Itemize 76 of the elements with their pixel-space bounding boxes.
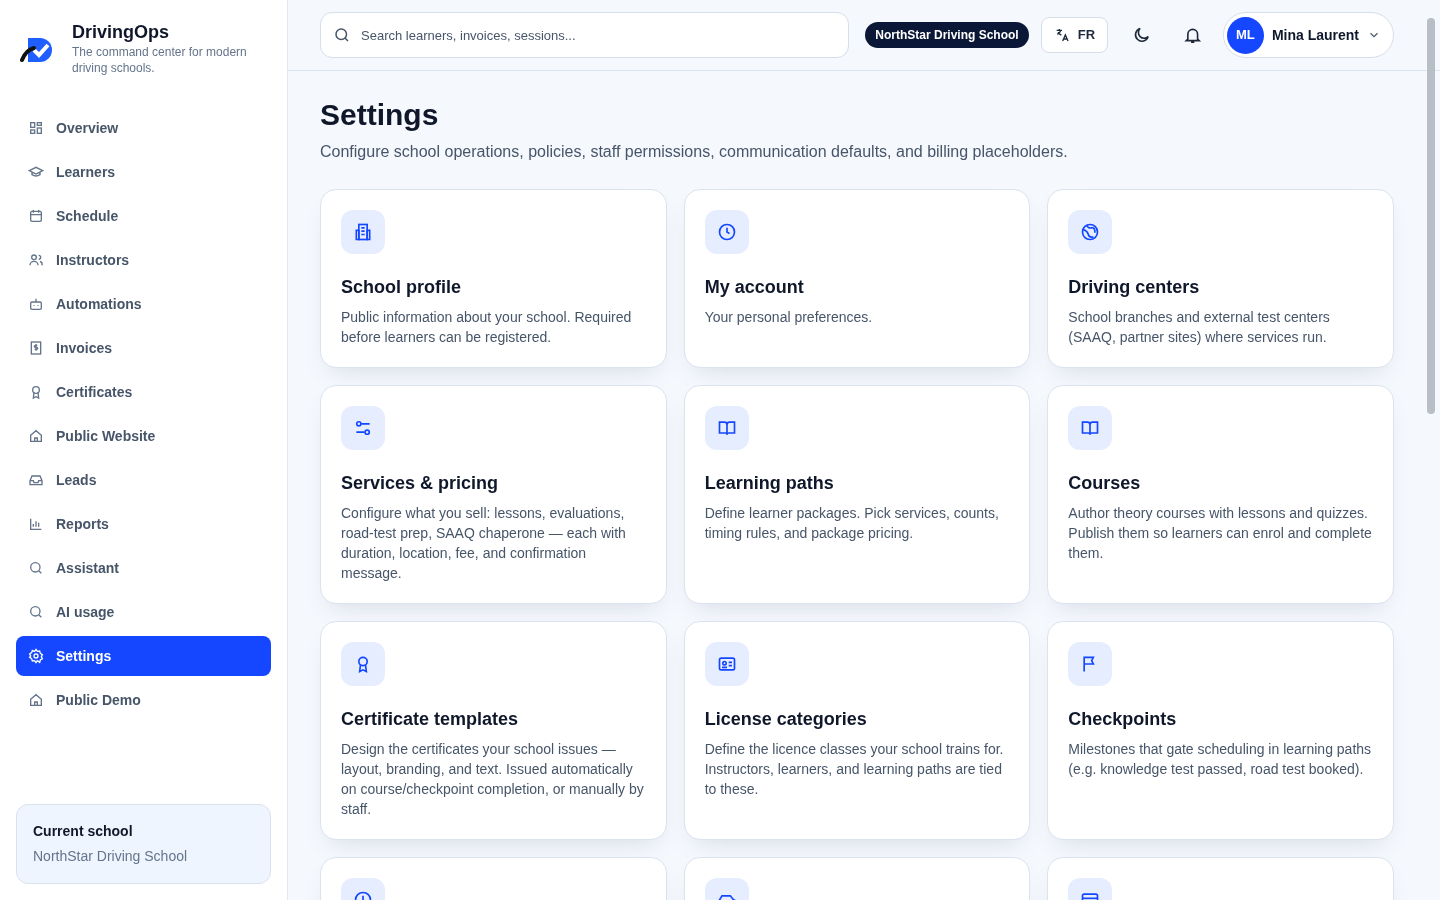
- page-subtitle: Configure school operations, policies, staff permissions, communication defaults, and billing placeholders.: [320, 142, 1069, 162]
- settings-card[interactable]: Checkpoints Milestones that gate scheduling in learning paths (e.g. knowledge test passed, road test booked).: [1047, 621, 1394, 840]
- sidebar-item[interactable]: Instructors: [16, 240, 271, 280]
- inbox-icon: [28, 472, 44, 488]
- card-title: Learning paths: [704, 472, 835, 495]
- sidebar-item[interactable]: Leads: [16, 460, 271, 500]
- settings-card[interactable]: Driving centers School branches and external test centers (SAAQ, partner sites) where services run.: [1047, 189, 1394, 368]
- home-icon: [28, 692, 44, 708]
- sidebar-item[interactable]: Reports: [16, 504, 271, 544]
- page-title: Settings: [320, 97, 440, 133]
- settings-card[interactable]: Services & pricing Configure what you sell: lessons, evaluations, road-test prep, SAAQ chaperone — each with duration, location, fee, and confirmation message.: [320, 385, 667, 604]
- calendar-icon: [28, 208, 44, 224]
- user-avatar: ML: [1226, 16, 1264, 54]
- brand-name: DrivingOps: [72, 21, 170, 44]
- robot-icon: [28, 296, 44, 312]
- brand-tagline: The command center for modern driving schools.: [72, 44, 248, 76]
- building-icon: [353, 222, 373, 242]
- sidebar-item[interactable]: Learners: [16, 152, 271, 192]
- settings-card[interactable]: License categories Define the licence classes your school trains for. Instructors, learners, and learning paths are tied to these.: [683, 621, 1031, 840]
- card-description: Milestones that gate scheduling in learning paths (e.g. knowledge test passed, road test booked).: [1068, 740, 1373, 779]
- card-title: My account: [704, 276, 805, 299]
- users-icon: [28, 252, 44, 268]
- card-description: School branches and external test centers (SAAQ, partner sites) where services run.: [1068, 308, 1331, 347]
- scrollbar[interactable]: [1427, 18, 1435, 414]
- home-icon: [28, 428, 44, 444]
- school-badge: NorthStar Driving School: [865, 22, 1029, 48]
- sidebar-item[interactable]: Certificates: [16, 372, 271, 412]
- card-description: Define learner packages. Pick services, counts, timing rules, and package pricing.: [704, 504, 1000, 543]
- id-card-icon: [716, 654, 737, 674]
- sidebar-item[interactable]: Public Website: [16, 416, 271, 456]
- sidebar-item[interactable]: Public Demo: [16, 680, 271, 720]
- current-school-label: Current school: [33, 822, 134, 841]
- search-field[interactable]: Search learners, invoices, sessions...: [320, 12, 850, 58]
- card-description: Your personal preferences.: [704, 308, 874, 327]
- language-button[interactable]: FR: [1040, 17, 1109, 53]
- book-icon: [716, 418, 737, 438]
- user-menu[interactable]: ML Mina Laurent: [1222, 12, 1394, 58]
- receipt-icon: [28, 340, 44, 356]
- card-description: Define the licence classes your school trains for. Instructors, learners, and learning paths are tied to these.: [704, 740, 1005, 799]
- card-title: Certificate templates: [341, 708, 520, 731]
- search-icon: [28, 604, 44, 620]
- card-title: Courses: [1068, 472, 1142, 495]
- card-description: Author theory courses with lessons and quizzes. Publish them so learners can enrol and complete them.: [1068, 504, 1373, 563]
- sidebar-item[interactable]: Invoices: [16, 328, 271, 368]
- search-icon: [28, 560, 44, 576]
- search-icon: [333, 26, 351, 44]
- card-title: Checkpoints: [1068, 708, 1178, 731]
- grid-icon: [28, 120, 44, 136]
- card-title: Driving centers: [1068, 276, 1201, 299]
- user-name: Mina Laurent: [1271, 25, 1359, 45]
- settings-card[interactable]: Learning paths Define learner packages. Pick services, counts, timing rules, and package pricing.: [683, 385, 1031, 604]
- card-title: Services & pricing: [341, 472, 500, 495]
- sidebar-item[interactable]: Settings: [16, 636, 271, 676]
- settings-card[interactable]: My account Your personal preferences.: [683, 189, 1031, 368]
- current-school-name: NorthStar Driving School: [33, 847, 189, 866]
- card-title: License categories: [704, 708, 868, 731]
- settings-card[interactable]: School profile Public information about your school. Required before learners can be registered.: [320, 189, 667, 368]
- book-icon: [1080, 418, 1101, 438]
- settings-icon: [28, 648, 44, 664]
- card-description: Design the certificates your school issues — layout, branding, and text. Issued automatically on course/checkpoint completion, or manually by staff.: [341, 740, 645, 819]
- settings-card[interactable]: Certificate templates Design the certificates your school issues — layout, branding, and text. Issued automatically on course/checkpoint completion, or manually by staff.: [320, 621, 667, 840]
- bar-chart-icon: [28, 516, 44, 532]
- sliders-icon: [353, 418, 373, 438]
- graduation-cap-icon: [28, 164, 44, 180]
- card-description: Public information about your school. Required before learners can be registered.: [341, 308, 633, 347]
- sidebar-item[interactable]: AI usage: [16, 592, 271, 632]
- clock-icon: [716, 222, 737, 242]
- sidebar-item[interactable]: Automations: [16, 284, 271, 324]
- card-description: Configure what you sell: lessons, evaluations, road-test prep, SAAQ chaperone — each with duration, location, fee, and confirmation message.: [341, 504, 627, 583]
- sidebar-item[interactable]: Schedule: [16, 196, 271, 236]
- sidebar-item[interactable]: Assistant: [16, 548, 271, 588]
- card-title: School profile: [341, 276, 462, 299]
- sidebar-item[interactable]: Overview: [16, 108, 271, 148]
- settings-card[interactable]: Courses Author theory courses with lessons and quizzes. Publish them so learners can enrol and complete them.: [1047, 385, 1394, 604]
- globe-icon: [1080, 222, 1101, 242]
- moon-icon[interactable]: [1132, 25, 1152, 45]
